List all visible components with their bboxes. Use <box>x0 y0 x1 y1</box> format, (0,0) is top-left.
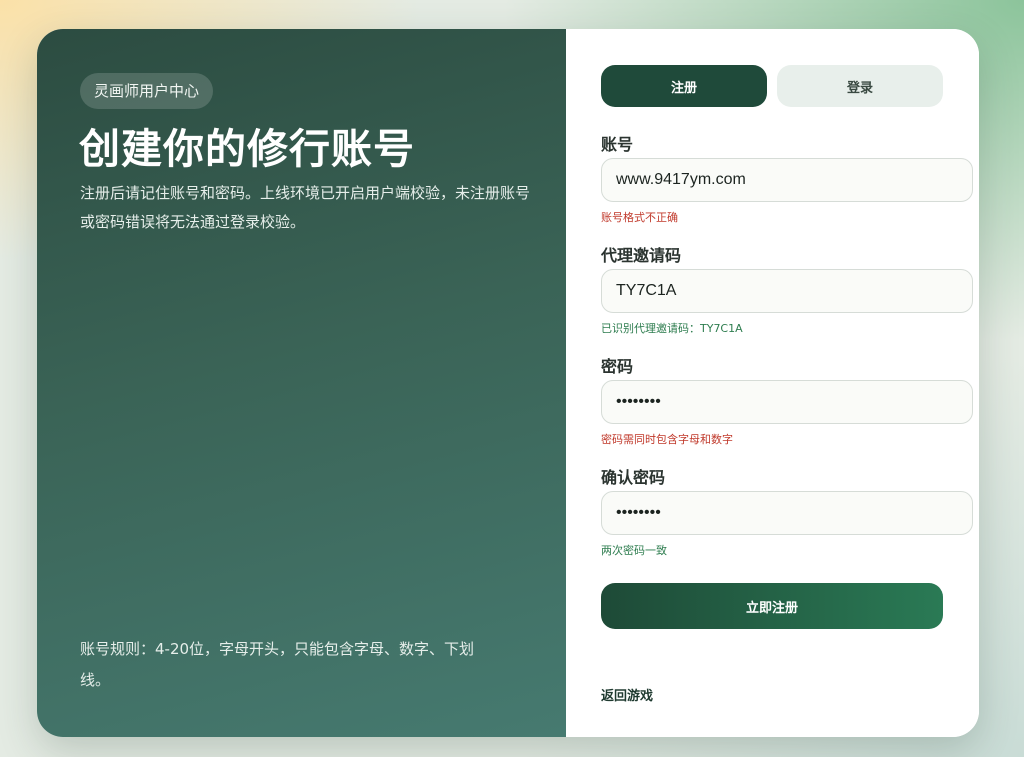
confirm-password-input[interactable] <box>601 491 973 535</box>
register-card: 灵画师用户中心 创建你的修行账号 注册后请记住账号和密码。上线环境已开启用户端校… <box>37 29 979 737</box>
invite-code-input[interactable] <box>601 269 973 313</box>
back-to-game-link[interactable]: 返回游戏 <box>601 685 653 704</box>
password-input[interactable] <box>601 380 973 424</box>
invite-code-hint: 已识别代理邀请码：TY7C1A <box>601 322 743 335</box>
form-panel: 注册 登录 账号 账号格式不正确 代理邀请码 已识别代理邀请码：TY7C1A 密… <box>566 29 979 737</box>
account-rule-text: 账号规则：4-20位，字母开头，只能包含字母、数字、下划线。 <box>80 640 475 689</box>
password-label: 密码 <box>601 357 634 376</box>
hero-panel: 灵画师用户中心 创建你的修行账号 注册后请记住账号和密码。上线环境已开启用户端校… <box>37 29 566 737</box>
register-submit-button[interactable]: 立即注册 <box>601 583 943 629</box>
tab-login[interactable]: 登录 <box>777 65 943 107</box>
tab-register[interactable]: 注册 <box>601 65 767 107</box>
confirm-password-label: 确认密码 <box>601 468 666 487</box>
account-label: 账号 <box>601 135 634 154</box>
page-title: 创建你的修行账号 <box>79 125 415 173</box>
password-error-hint: 密码需同时包含字母和数字 <box>601 433 733 446</box>
invite-code-label: 代理邀请码 <box>601 246 682 265</box>
hero-description: 注册后请记住账号和密码。上线环境已开启用户端校验，未注册账号或密码错误将无法通过… <box>80 184 531 231</box>
confirm-password-hint: 两次密码一致 <box>601 544 667 557</box>
user-center-badge: 灵画师用户中心 <box>80 73 214 109</box>
account-error-hint: 账号格式不正确 <box>601 211 678 224</box>
account-input[interactable] <box>601 158 973 202</box>
